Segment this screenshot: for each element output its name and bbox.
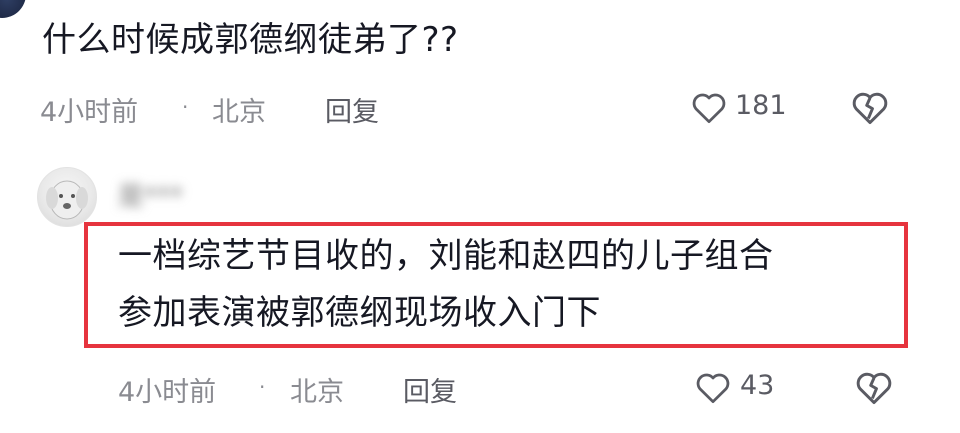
dog-avatar-icon [46, 180, 88, 220]
comment-text: 什么时候成郭德纲徒弟了?? [42, 20, 459, 60]
heart-outline-icon[interactable] [694, 370, 732, 404]
reply-time: 4小时前 [118, 377, 217, 408]
broken-heart-icon[interactable] [850, 89, 890, 125]
reply-like-count: 43 [740, 370, 775, 401]
reply-text-line1: 一档综艺节目收的，刘能和赵四的儿子组合 [118, 236, 774, 276]
reply-text-line2: 参加表演被郭德纲现场收入门下 [118, 293, 601, 333]
heart-outline-icon[interactable] [690, 90, 728, 124]
reply-location: 北京 [290, 377, 344, 408]
meta-separator: · [182, 95, 189, 119]
reply-reply-button[interactable]: 回复 [403, 370, 457, 409]
reply-avatar[interactable] [37, 167, 97, 227]
comment-reply-button[interactable]: 回复 [325, 90, 379, 129]
meta-separator: · [259, 375, 266, 399]
broken-heart-icon[interactable] [854, 369, 894, 405]
reply-username[interactable]: 是*** [118, 176, 260, 212]
commenter-avatar[interactable] [0, 0, 26, 18]
comment-location: 北京 [212, 97, 266, 128]
comment-like-count: 181 [735, 90, 787, 121]
comment-time: 4小时前 [40, 97, 139, 128]
